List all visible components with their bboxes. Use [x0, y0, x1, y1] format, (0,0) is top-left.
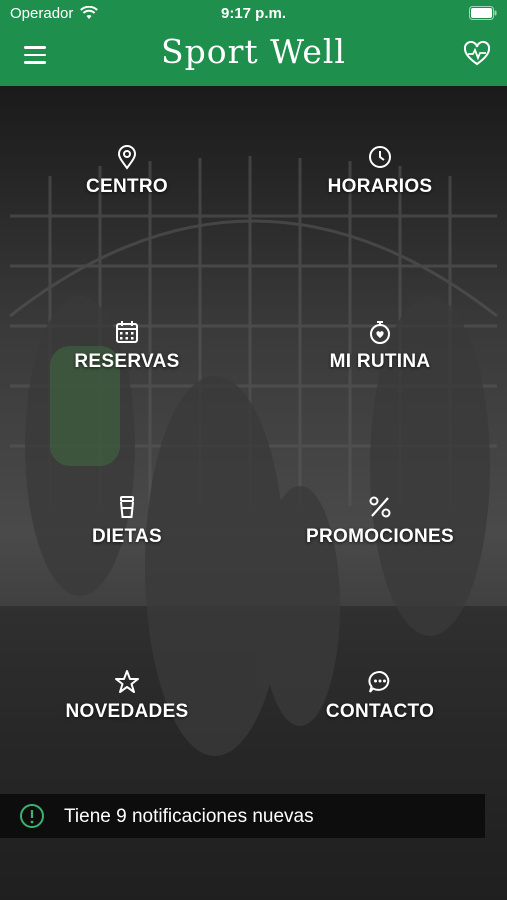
- status-time: 9:17 p.m.: [220, 5, 287, 22]
- status-bar: Operador 9:17 p.m.: [0, 0, 507, 28]
- menu-tile-horarios[interactable]: HORARIOS: [270, 144, 490, 224]
- percent-icon: [369, 496, 391, 518]
- menu-tile-label: CONTACTO: [325, 701, 435, 722]
- star-icon: [115, 670, 139, 693]
- hero-background: CENTRO HORARIOS RESERVAS MI RUTINA DIETA…: [0, 86, 507, 900]
- menu-tile-novedades[interactable]: NOVEDADES: [17, 669, 237, 749]
- alert-circle-icon: [20, 804, 44, 828]
- menu-tile-contacto[interactable]: CONTACTO: [270, 669, 490, 749]
- notification-banner[interactable]: Tiene 9 notificaciones nuevas: [0, 794, 485, 838]
- notification-text: Tiene 9 notificaciones nuevas: [64, 806, 314, 827]
- app-title: Sport Well: [161, 32, 346, 71]
- menu-tile-label: DIETAS: [91, 526, 163, 547]
- heart-pulse-icon[interactable]: [463, 40, 491, 68]
- clock-icon: [369, 146, 391, 168]
- menu-tile-label: RESERVAS: [74, 351, 180, 372]
- battery-icon: [469, 6, 497, 20]
- menu-tile-mi-rutina[interactable]: MI RUTINA: [270, 319, 490, 399]
- cup-icon: [120, 496, 134, 518]
- chat-bubble-icon: [368, 671, 390, 693]
- menu-tile-promociones[interactable]: PROMOCIONES: [270, 494, 490, 574]
- menu-tile-label: CENTRO: [85, 176, 169, 197]
- menu-tile-reservas[interactable]: RESERVAS: [17, 319, 237, 399]
- menu-tile-centro[interactable]: CENTRO: [17, 144, 237, 224]
- menu-tile-label: NOVEDADES: [65, 701, 189, 722]
- menu-tile-label: PROMOCIONES: [306, 526, 454, 547]
- app-header: Operador 9:17 p.m. Sport Well: [0, 0, 507, 86]
- menu-tile-label: HORARIOS: [327, 176, 433, 197]
- calendar-icon: [116, 321, 138, 343]
- location-pin-icon: [117, 145, 137, 170]
- menu-tile-dietas[interactable]: DIETAS: [17, 494, 237, 574]
- menu-tile-label: MI RUTINA: [329, 351, 431, 372]
- stopwatch-heart-icon: [370, 321, 390, 344]
